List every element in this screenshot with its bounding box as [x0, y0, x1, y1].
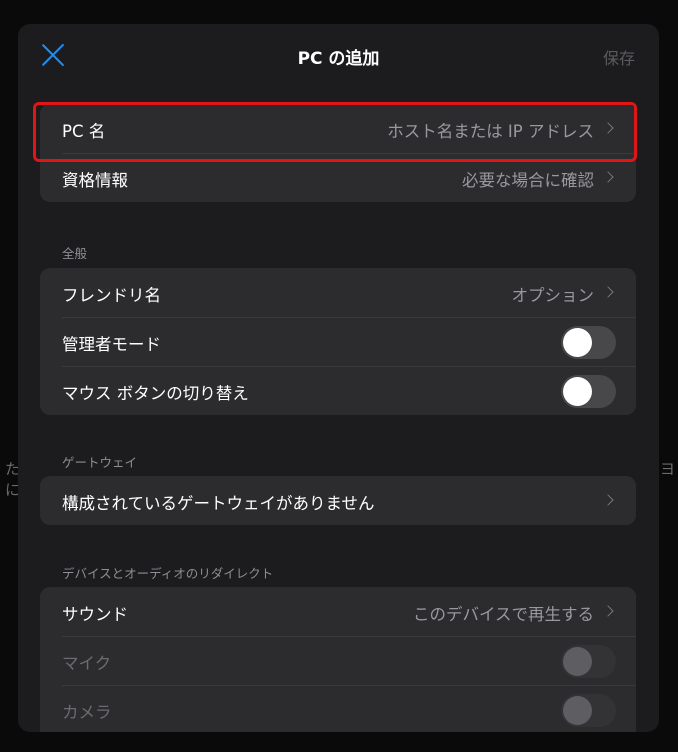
mic-row: マイク [40, 636, 636, 685]
pc-name-row[interactable]: PC 名 ホスト名または IP アドレス [40, 104, 636, 153]
background-text-right: ヨ [660, 460, 676, 478]
section-header-gateway: ゲートウェイ [62, 455, 138, 470]
pc-settings-group: PC 名 ホスト名または IP アドレス 資格情報 必要な場合に確認 [40, 104, 636, 202]
swap-mouse-label: マウス ボタンの切り替え [62, 384, 249, 403]
camera-toggle[interactable] [561, 694, 616, 727]
add-pc-sheet: PC の追加 保存 PC 名 ホスト名または IP アドレス 資格情報 必要な場… [18, 24, 659, 732]
sound-label: サウンド [62, 605, 128, 624]
save-button[interactable]: 保存 [603, 45, 635, 69]
credentials-label: 資格情報 [62, 171, 128, 190]
sound-value: このデバイスで再生する [412, 605, 594, 624]
swap-mouse-toggle[interactable] [561, 375, 616, 408]
mic-label: マイク [62, 654, 112, 673]
pc-name-value: ホスト名または IP アドレス [387, 122, 594, 141]
chevron-right-icon [602, 286, 614, 298]
background-text-left: たに [4, 460, 20, 499]
friendly-name-row[interactable]: フレンドリ名 オプション [40, 268, 636, 317]
chevron-right-icon [602, 171, 614, 183]
chevron-right-icon [602, 494, 614, 506]
general-group: フレンドリ名 オプション 管理者モード マウス ボタンの切り替え [40, 268, 636, 415]
admin-mode-label: 管理者モード [62, 335, 161, 354]
gateway-label: 構成されているゲートウェイがありません [62, 494, 375, 513]
chevron-right-icon [602, 122, 614, 134]
friendly-name-value: オプション [511, 286, 595, 305]
credentials-row[interactable]: 資格情報 必要な場合に確認 [40, 153, 636, 202]
section-header-general: 全般 [62, 246, 88, 261]
gateway-group: 構成されているゲートウェイがありません [40, 476, 636, 525]
toggle-knob [563, 696, 592, 725]
credentials-value: 必要な場合に確認 [462, 171, 594, 190]
section-header-redirect: デバイスとオーディオのリダイレクト [62, 566, 274, 581]
redirect-group: サウンド このデバイスで再生する マイク カメラ [40, 587, 636, 732]
sheet-header: PC の追加 保存 [18, 24, 659, 88]
gateway-row[interactable]: 構成されているゲートウェイがありません [40, 476, 636, 525]
mic-toggle[interactable] [561, 645, 616, 678]
swap-mouse-row: マウス ボタンの切り替え [40, 366, 636, 415]
toggle-knob [563, 328, 592, 357]
admin-mode-row: 管理者モード [40, 317, 636, 366]
admin-mode-toggle[interactable] [561, 326, 616, 359]
camera-row: カメラ [40, 685, 636, 732]
toggle-knob [563, 647, 592, 676]
toggle-knob [563, 377, 592, 406]
sound-row[interactable]: サウンド このデバイスで再生する [40, 587, 636, 636]
chevron-right-icon [602, 605, 614, 617]
friendly-name-label: フレンドリ名 [62, 286, 161, 305]
camera-label: カメラ [62, 703, 112, 722]
pc-name-label: PC 名 [62, 122, 106, 141]
page-title: PC の追加 [297, 49, 380, 69]
